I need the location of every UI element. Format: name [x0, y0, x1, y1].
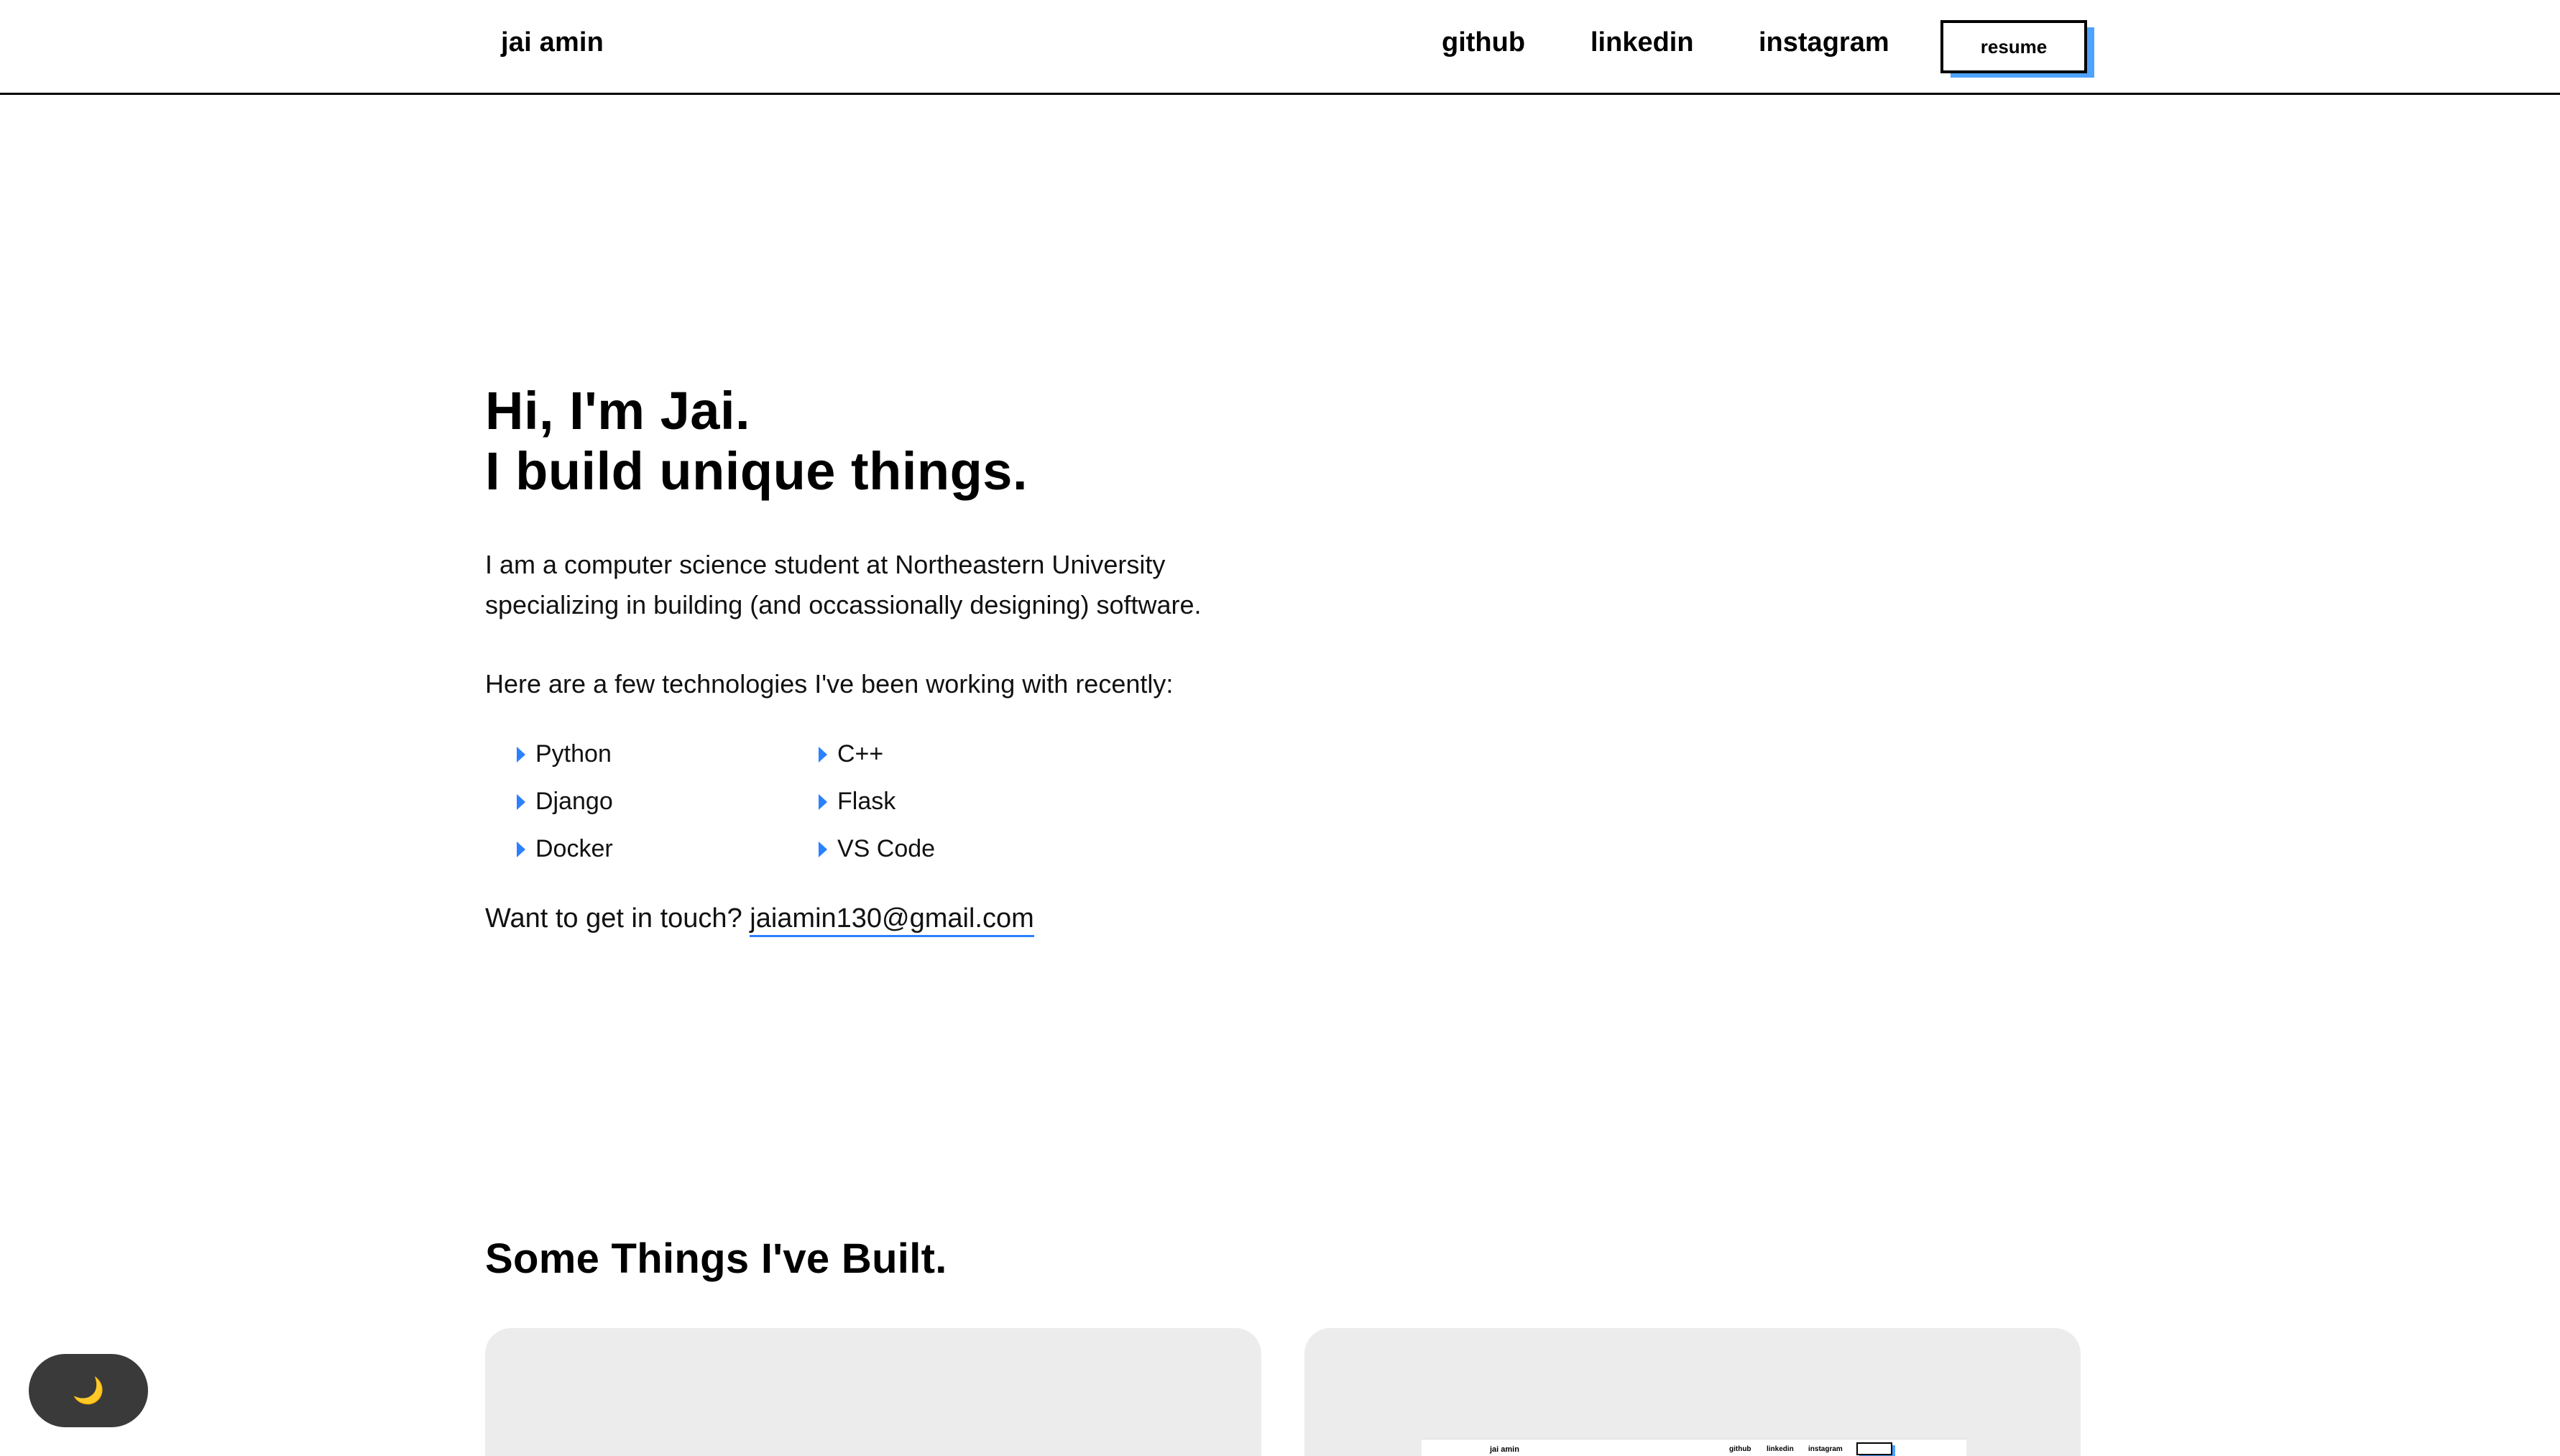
- technology-label: Flask: [837, 788, 896, 815]
- technologies-intro: Here are a few technologies I've been wo…: [485, 669, 1174, 699]
- resume-button-wrapper: resume: [1940, 20, 2094, 78]
- email-link[interactable]: jaiamin130@gmail.com: [750, 903, 1034, 937]
- contact-prefix: Want to get in touch?: [485, 903, 742, 934]
- main-nav: github linkedin instagram: [0, 27, 2560, 63]
- caret-right-icon: [517, 842, 525, 857]
- hero-heading: Hi, I'm Jai. I build unique things.: [485, 381, 1563, 502]
- hero-section: Hi, I'm Jai. I build unique things. I am…: [485, 381, 1563, 939]
- technology-label: Django: [535, 788, 613, 815]
- preview-brand: jai amin: [1490, 1445, 1519, 1454]
- nav-github-link[interactable]: github: [1442, 27, 1525, 58]
- technology-label: C++: [837, 740, 884, 768]
- preview-nav-linkedin: linkedin: [1767, 1445, 1794, 1453]
- caret-right-icon: [819, 747, 827, 762]
- hero-greeting: Hi, I'm Jai.: [485, 381, 751, 441]
- technology-item: Docker: [517, 828, 819, 870]
- technology-item: VS Code: [819, 828, 1120, 870]
- preview-resume-button: [1856, 1442, 1892, 1455]
- technology-label: Python: [535, 740, 612, 768]
- hero-intro: I am a computer science student at North…: [485, 545, 1563, 625]
- project-preview-image: jai amin github linkedin instagram: [1422, 1439, 1966, 1456]
- technology-item: Flask: [819, 780, 1120, 822]
- preview-nav-github: github: [1729, 1445, 1751, 1453]
- technologies-list: Python C++ Django Flask Docker VS Code: [517, 733, 1164, 870]
- hero-tagline: I build unique things.: [485, 441, 1028, 501]
- caret-right-icon: [517, 747, 525, 762]
- crescent-moon-icon: 🌙: [72, 1376, 105, 1405]
- contact-line: Want to get in touch? jaiamin130@gmail.c…: [485, 898, 1563, 939]
- site-header: jai amin github linkedin instagram resum…: [0, 0, 2560, 95]
- technology-item: Python: [517, 733, 819, 775]
- caret-right-icon: [517, 794, 525, 810]
- technology-item: Django: [517, 780, 819, 822]
- project-card[interactable]: jai amin github linkedin instagram: [1304, 1328, 2081, 1456]
- project-card[interactable]: [485, 1328, 1261, 1456]
- technology-label: VS Code: [837, 835, 936, 862]
- technology-item: C++: [819, 733, 1120, 775]
- nav-linkedin-link[interactable]: linkedin: [1590, 27, 1694, 58]
- nav-instagram-link[interactable]: instagram: [1759, 27, 1889, 58]
- intro-line-1: I am a computer science student at North…: [485, 550, 1166, 579]
- portfolio-page: jai amin github linkedin instagram resum…: [0, 0, 2560, 1456]
- resume-button[interactable]: resume: [1940, 20, 2087, 73]
- intro-line-2: specializing in building (and occassiona…: [485, 590, 1202, 619]
- caret-right-icon: [819, 842, 827, 857]
- theme-toggle-button[interactable]: 🌙: [29, 1354, 148, 1427]
- technology-label: Docker: [535, 835, 613, 862]
- projects-section-title: Some Things I've Built.: [485, 1235, 947, 1282]
- preview-nav-instagram: instagram: [1808, 1445, 1843, 1453]
- caret-right-icon: [819, 794, 827, 810]
